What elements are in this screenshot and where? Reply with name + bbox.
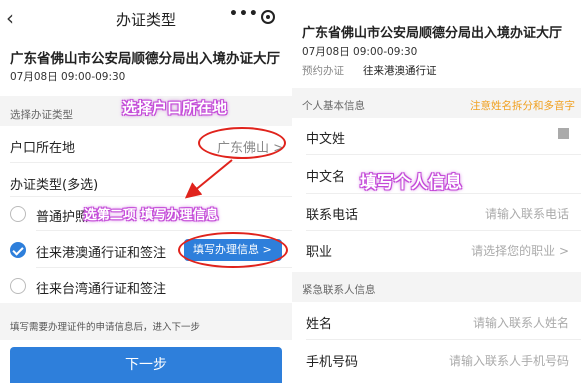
right-panel-personal-info: 广东省佛山市公安局顺德分局出入境办证大厅 07月08日 09:00-09:30 …	[292, 0, 581, 383]
surname-input-indicator[interactable]	[558, 128, 569, 139]
annotation-choose-second: 选第二项 填写办理信息	[84, 208, 219, 223]
contact-phone-input[interactable]: 请输入联系人手机号码	[449, 352, 569, 369]
left-panel-business-type: ‹ 办证类型 ••• 广东省佛山市公安局顺德分局出入境办证大厅 07月08日 0…	[0, 0, 292, 383]
field-occupation-label: 职业	[306, 245, 333, 260]
field-phone-label: 联系电话	[306, 208, 359, 223]
phone-input[interactable]: 请输入联系电话	[485, 205, 569, 222]
field-surname-label: 中文姓	[306, 132, 346, 147]
annotation-choose-hukou: 选择户口所在地	[122, 99, 228, 117]
row-divider	[306, 339, 581, 340]
row-divider	[306, 154, 581, 155]
appointment-value: 往来港澳通行证	[363, 65, 437, 77]
row-divider	[306, 230, 581, 231]
occupation-select[interactable]: 请选择您的职业 >	[471, 242, 569, 259]
field-given-name-label: 中文名	[306, 170, 346, 185]
bureau-name: 广东省佛山市公安局顺德分局出入境办证大厅	[302, 26, 563, 41]
field-contact-name-label: 姓名	[306, 317, 333, 332]
emergency-section-label: 紧急联系人信息	[302, 284, 376, 296]
personal-section-label: 个人基本信息	[302, 100, 365, 112]
name-warning: 注意姓名拆分和多音字	[470, 100, 575, 112]
annotation-arrow	[184, 159, 233, 199]
row-divider	[306, 193, 581, 194]
appointment-label: 预约办证	[302, 65, 344, 77]
annotation-fill-personal: 填写个人信息	[360, 173, 462, 193]
contact-name-input[interactable]: 请输入联系人姓名	[473, 314, 569, 331]
appointment-datetime: 07月08日 09:00-09:30	[302, 46, 418, 58]
field-contact-phone-label: 手机号码	[306, 355, 359, 370]
